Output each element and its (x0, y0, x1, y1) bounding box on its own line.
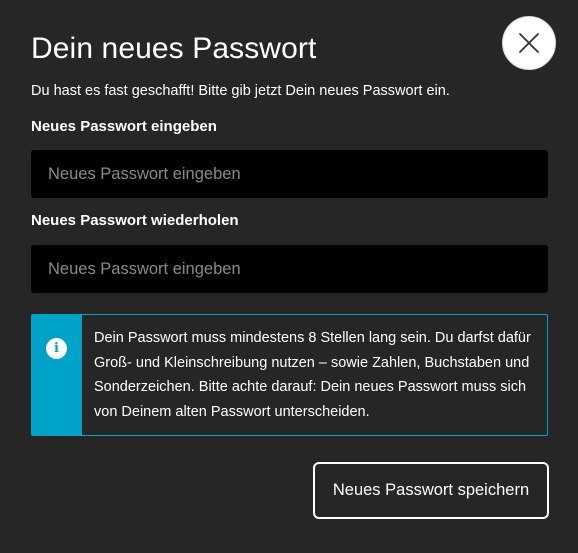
new-password-label: Neues Passwort eingeben (31, 118, 217, 135)
repeat-password-input[interactable] (31, 245, 548, 293)
password-dialog: Dein neues Passwort Du hast es fast gesc… (0, 0, 578, 553)
password-info-box: i Dein Passwort muss mindestens 8 Stelle… (31, 314, 548, 436)
info-text: Dein Passwort muss mindestens 8 Stellen … (94, 330, 531, 420)
dialog-subtitle: Du hast es fast geschafft! Bitte gib jet… (31, 83, 450, 99)
info-strip: i (32, 315, 82, 435)
info-icon: i (46, 338, 67, 359)
dialog-title: Dein neues Passwort (31, 32, 317, 65)
new-password-input[interactable] (31, 150, 548, 198)
repeat-password-label: Neues Passwort wiederholen (31, 212, 239, 229)
close-button[interactable] (502, 16, 556, 70)
close-icon (518, 32, 540, 54)
save-password-button[interactable]: Neues Passwort speichern (313, 462, 549, 519)
